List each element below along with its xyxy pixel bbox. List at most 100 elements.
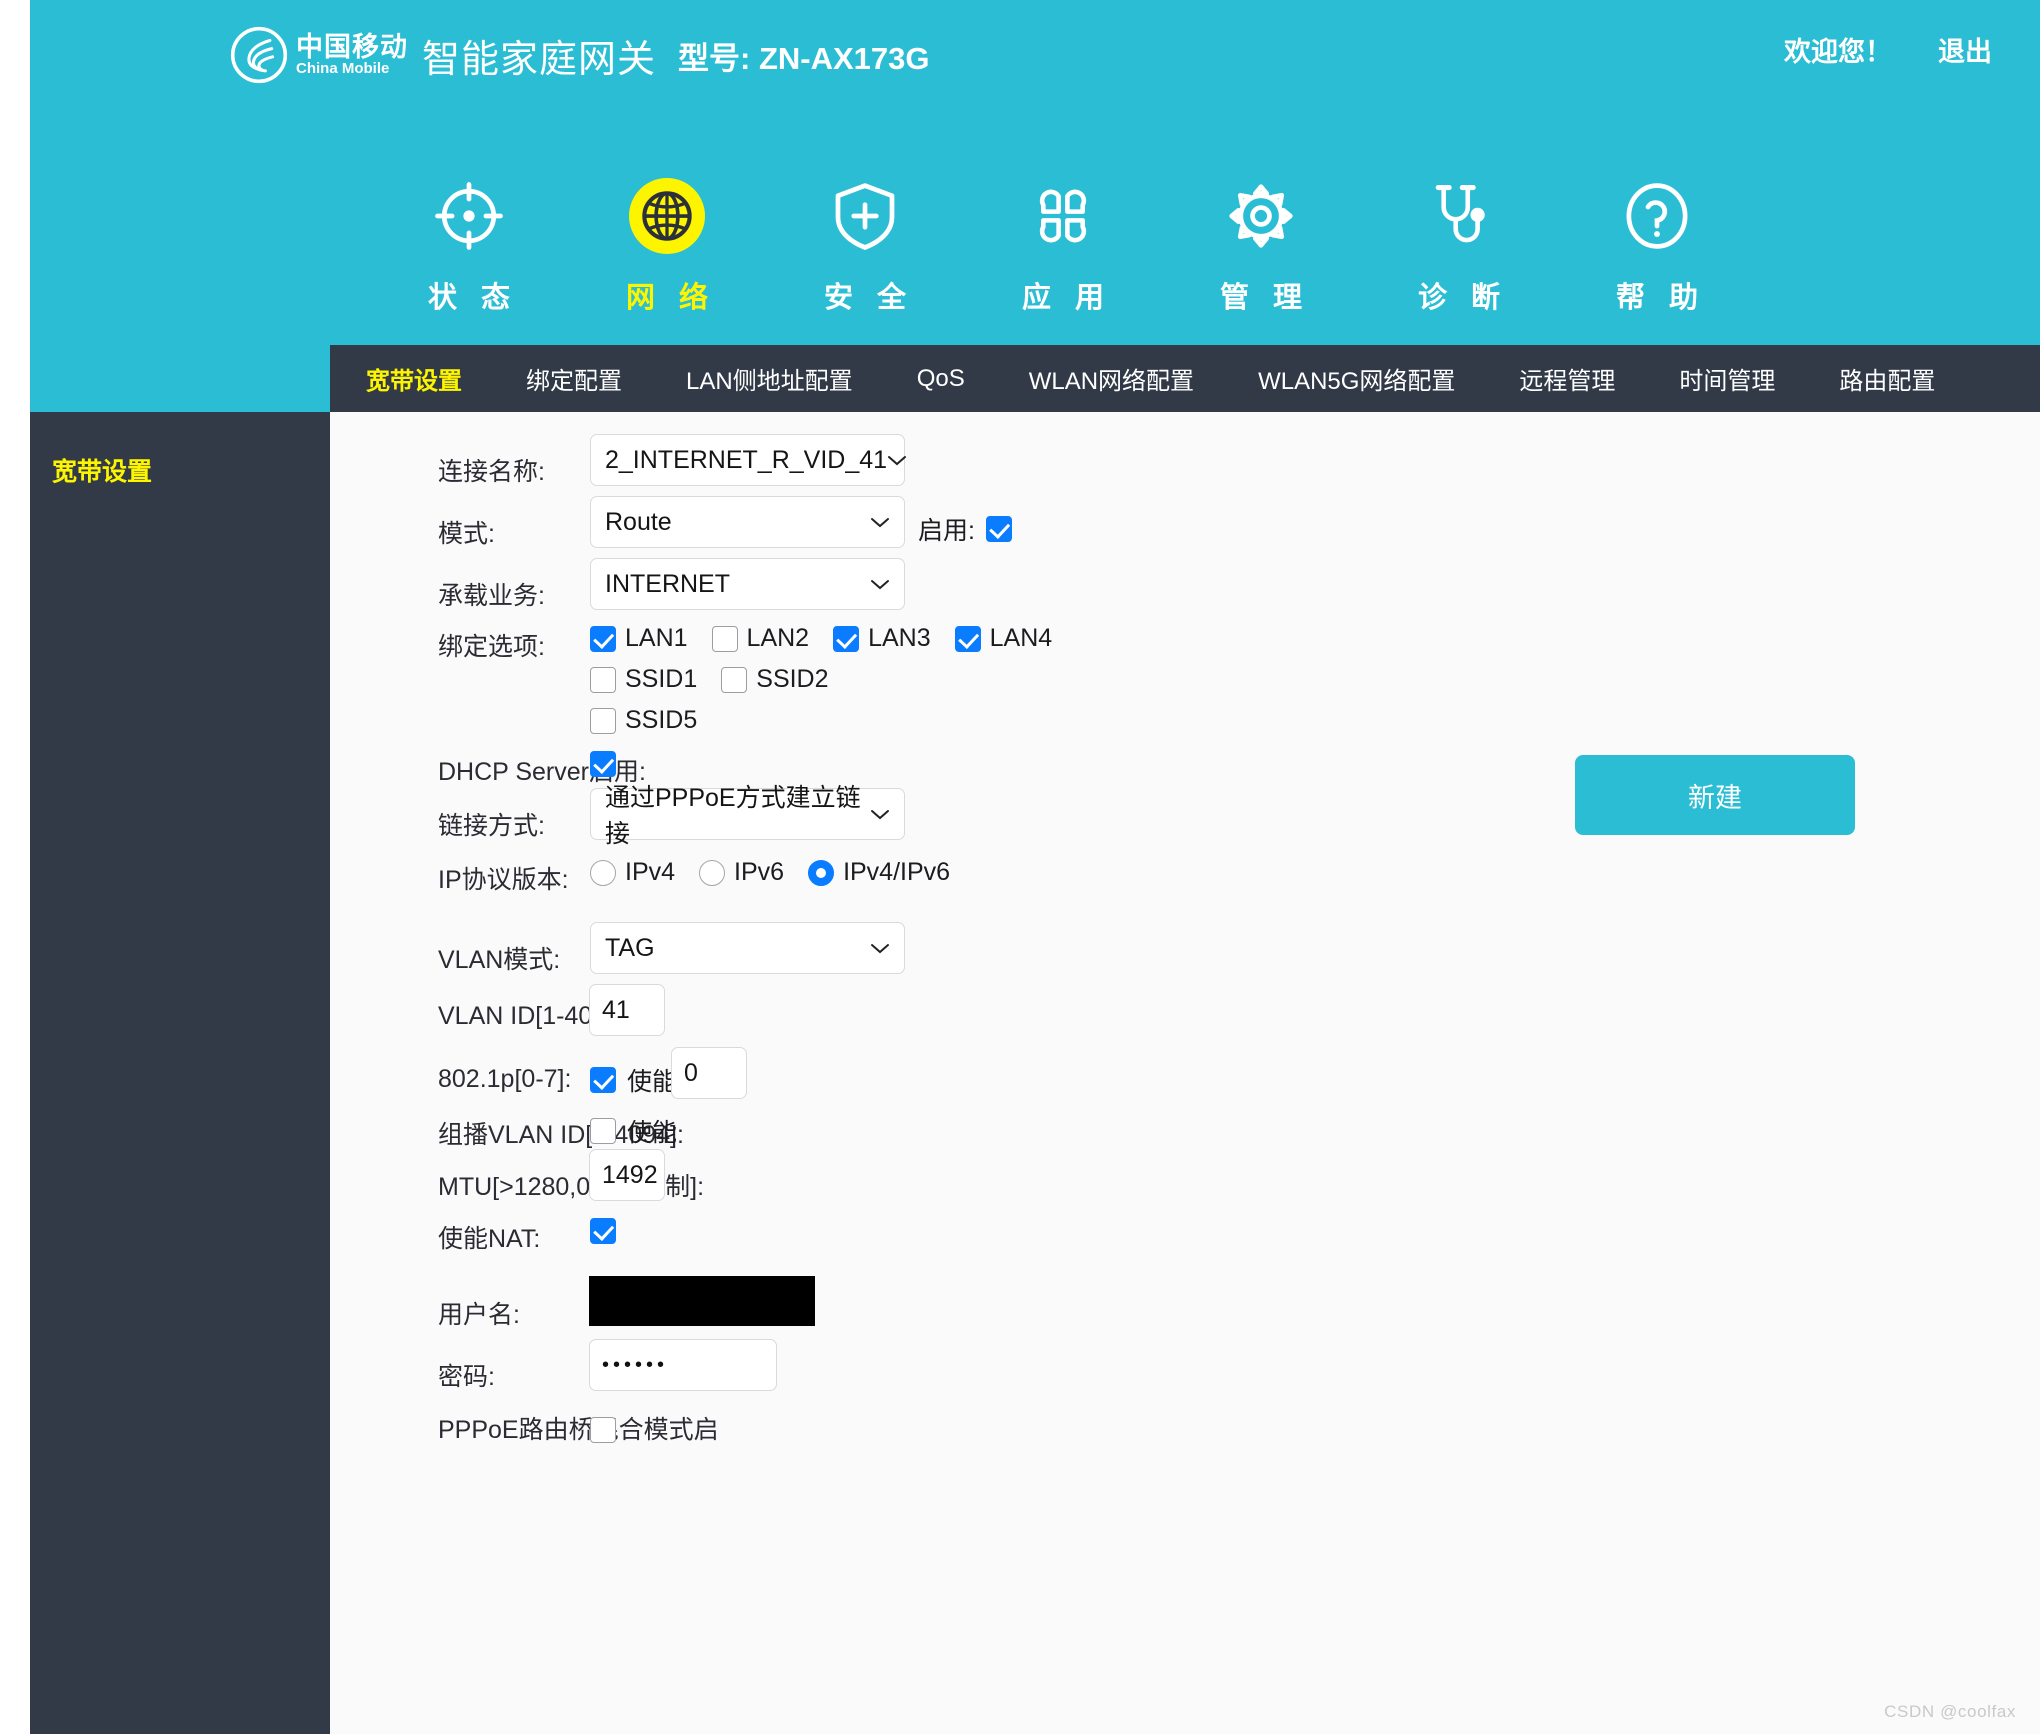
username-input[interactable]: [589, 1276, 815, 1326]
brand-block: 中国移动 China Mobile 智能家庭网关 型号: ZN-AX173G: [230, 26, 930, 84]
tab-route-config[interactable]: 路由配置: [1839, 361, 1935, 396]
link-mode-select[interactable]: 通过PPPoE方式建立链接: [590, 784, 905, 848]
pppoe-mixed-mode-checkbox[interactable]: [590, 1417, 616, 1443]
tab-wlan5g-config[interactable]: WLAN5G网络配置: [1258, 361, 1455, 396]
router-admin-page: 中国移动 China Mobile 智能家庭网关 型号: ZN-AX173G 欢…: [0, 0, 2040, 1734]
nav-item-apps[interactable]: 应 用: [964, 178, 1162, 316]
ip-version-option-ipv4[interactable]: IPv4: [590, 858, 675, 887]
watermark: CSDN @coolfax: [1884, 1702, 2016, 1721]
vlan-mode-select[interactable]: TAG: [590, 922, 905, 974]
lan2-checkbox[interactable]: [711, 625, 738, 652]
ssid5-label: SSID5: [625, 706, 698, 734]
p8021p-value: 0: [684, 1058, 698, 1087]
nav-item-help[interactable]: 帮 助: [1558, 178, 1756, 316]
multicast-vlan-enable-checkbox[interactable]: [590, 1118, 616, 1144]
main-nav: 状 态 网 络 安 全 应 用 管 理 诊 断 帮 助: [370, 178, 1756, 316]
tab-remote-management[interactable]: 远程管理: [1519, 361, 1615, 396]
lan3-checkbox[interactable]: [833, 625, 860, 652]
sidebar-item-label: 宽带设置: [52, 458, 153, 486]
multicast-vlan-enable-group: 使能: [590, 1113, 677, 1149]
connection-name-select[interactable]: 2_INTERNET_R_VID_41: [590, 434, 907, 486]
nav-item-diagnostics[interactable]: 诊 断: [1360, 178, 1558, 316]
ipv6-radio[interactable]: [699, 859, 726, 886]
china-mobile-logo-icon: [230, 26, 288, 84]
lan4-label: LAN4: [989, 624, 1053, 652]
sidebar-item-broadband-settings[interactable]: 宽带设置: [30, 412, 330, 488]
ssid5-checkbox[interactable]: [590, 707, 616, 734]
device-model: 型号: ZN-AX173G: [678, 40, 930, 76]
mtu-input[interactable]: 1492: [589, 1149, 665, 1201]
stethoscope-icon: [1421, 178, 1497, 254]
nav-label-apps: 应 用: [1021, 282, 1113, 314]
nav-item-network[interactable]: 网 络: [568, 178, 766, 316]
ipv4-radio[interactable]: [590, 859, 616, 886]
ip-version-group: IPv4 IPv6 IPv4/IPv6: [590, 858, 974, 887]
label-connection-name: 连接名称:: [438, 458, 545, 486]
gear-icon: [1223, 178, 1299, 254]
binding-option-lan2[interactable]: LAN2: [711, 624, 810, 653]
lan4-checkbox[interactable]: [954, 625, 981, 652]
brand-name-en: China Mobile: [296, 60, 390, 77]
enable-nat-checkbox[interactable]: [590, 1218, 616, 1244]
p8021p-input[interactable]: 0: [671, 1047, 747, 1099]
welcome-text: 欢迎您！: [1784, 37, 1892, 67]
p8021p-enable-group: 使能: [590, 1062, 677, 1098]
label-8021p: 802.1p[0-7]:: [438, 1065, 572, 1093]
new-button[interactable]: 新建: [1575, 755, 1855, 835]
nav-label-network: 网 络: [625, 282, 717, 314]
nav-item-status[interactable]: 状 态: [370, 178, 568, 316]
tab-broadband-settings[interactable]: 宽带设置: [366, 361, 462, 396]
ip-version-option-ipv6[interactable]: IPv6: [699, 858, 784, 887]
lan1-checkbox[interactable]: [590, 625, 616, 652]
p8021p-enable-checkbox[interactable]: [590, 1067, 616, 1093]
label-vlan-mode: VLAN模式:: [438, 946, 561, 974]
tab-lan-address-config[interactable]: LAN侧地址配置: [686, 361, 853, 396]
dhcp-server-checkbox[interactable]: [590, 751, 616, 777]
nav-label-management: 管 理: [1219, 282, 1311, 314]
ip-version-option-dual[interactable]: IPv4/IPv6: [808, 858, 950, 887]
binding-option-ssid5[interactable]: SSID5: [590, 706, 697, 735]
ssid2-label: SSID2: [756, 665, 829, 693]
lan3-label: LAN3: [868, 624, 931, 652]
label-username: 用户名:: [438, 1301, 520, 1329]
sidebar: 宽带设置: [30, 412, 330, 1734]
tab-binding-config[interactable]: 绑定配置: [526, 361, 622, 396]
nav-item-security[interactable]: 安 全: [766, 178, 964, 316]
nav-item-management[interactable]: 管 理: [1162, 178, 1360, 316]
password-value: ••••••: [602, 1353, 669, 1376]
service-select[interactable]: INTERNET: [590, 558, 905, 610]
vlan-id-input[interactable]: 41: [589, 984, 665, 1036]
enable-checkbox[interactable]: [985, 516, 1012, 542]
link-mode-value: 通过PPPoE方式建立链接: [605, 784, 861, 848]
binding-option-lan4[interactable]: LAN4: [954, 624, 1053, 653]
lan2-label: LAN2: [746, 624, 810, 652]
binding-option-ssid1[interactable]: SSID1: [590, 665, 697, 694]
ssid2-checkbox[interactable]: [721, 666, 748, 693]
label-pppoe-mixed-mode: PPPoE路由桥混合模式启: [438, 1416, 719, 1444]
tab-time-management[interactable]: 时间管理: [1679, 361, 1775, 396]
ssid1-checkbox[interactable]: [590, 666, 616, 693]
vlan-mode-value: TAG: [605, 933, 655, 962]
label-password: 密码:: [438, 1363, 495, 1391]
binding-option-lan3[interactable]: LAN3: [833, 624, 931, 653]
content-panel: 新建 连接名称: 2_INTERNET_R_VID_41 模式: Route 启…: [330, 412, 2040, 1734]
binding-row-ssid-b: SSID5: [590, 706, 721, 735]
connection-name-value: 2_INTERNET_R_VID_41: [605, 445, 888, 474]
binding-option-ssid2[interactable]: SSID2: [721, 665, 829, 694]
tab-qos[interactable]: QoS: [917, 365, 965, 393]
ipv4-ipv6-radio[interactable]: [808, 859, 835, 886]
chevron-down-icon: [871, 810, 889, 820]
ssid1-label: SSID1: [625, 665, 698, 693]
mode-select[interactable]: Route: [590, 496, 905, 548]
binding-option-lan1[interactable]: LAN1: [590, 624, 688, 653]
password-input[interactable]: ••••••: [589, 1339, 777, 1391]
label-enable: 启用:: [918, 517, 975, 545]
mtu-value: 1492: [602, 1160, 658, 1189]
chevron-down-icon: [871, 580, 889, 590]
tab-wlan-config[interactable]: WLAN网络配置: [1029, 361, 1194, 396]
globe-icon: [629, 178, 705, 254]
header-user-area: 欢迎您！ 退出: [1784, 30, 1992, 69]
apps-grid-icon: [1025, 178, 1101, 254]
sub-tab-bar: 宽带设置 绑定配置 LAN侧地址配置 QoS WLAN网络配置 WLAN5G网络…: [330, 345, 2040, 412]
logout-link[interactable]: 退出: [1938, 30, 1992, 69]
